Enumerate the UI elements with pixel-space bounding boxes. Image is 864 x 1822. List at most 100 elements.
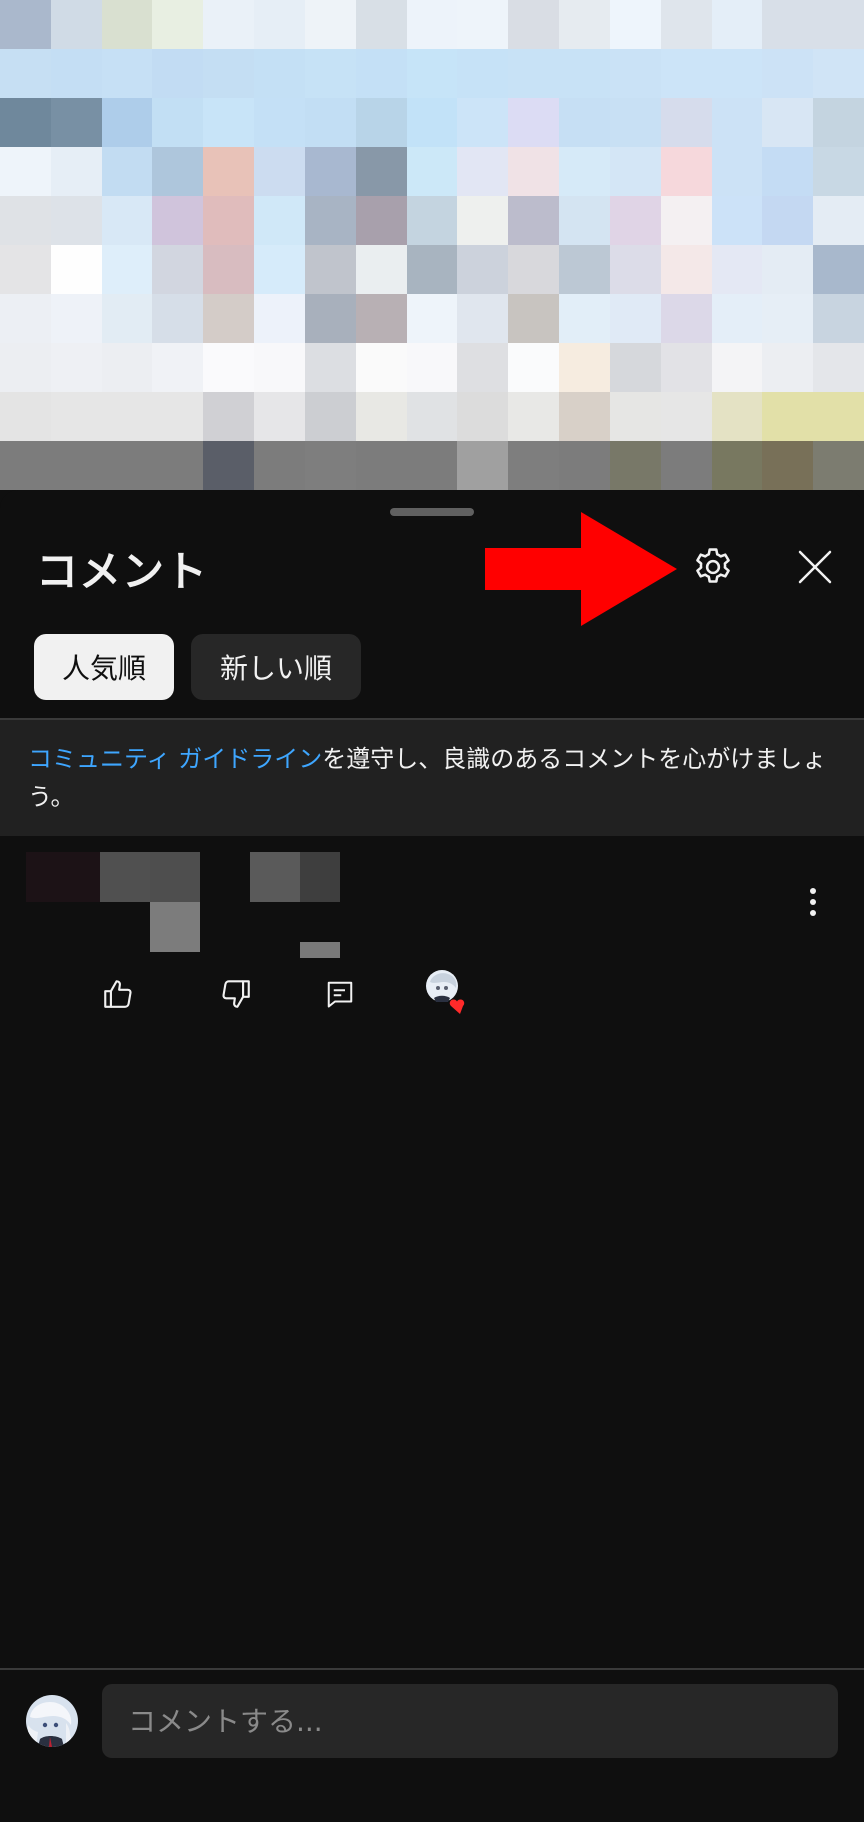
video-pixel [660, 343, 712, 392]
video-pixel [762, 147, 814, 196]
comment-composer[interactable] [102, 1684, 838, 1758]
video-pixel [355, 392, 407, 441]
video-pixel [609, 0, 661, 49]
blurred-author-avatar [26, 852, 100, 902]
video-pixel [762, 196, 814, 245]
video-pixel [152, 392, 204, 441]
video-player[interactable] [0, 0, 864, 490]
video-pixel [304, 49, 356, 98]
video-pixel [254, 49, 305, 98]
video-pixel [457, 196, 509, 245]
video-pixel [0, 245, 51, 294]
video-pixel [203, 98, 255, 147]
video-pixel [711, 245, 763, 294]
video-pixel [559, 147, 610, 196]
creator-heart-icon [426, 970, 465, 1014]
video-pixel [609, 441, 661, 490]
video-pixel [254, 294, 305, 343]
video-pixel [254, 196, 305, 245]
video-pixel [559, 392, 610, 441]
video-pixel [152, 147, 204, 196]
settings-button[interactable] [688, 542, 738, 592]
video-pixel [508, 392, 560, 441]
video-pixel [101, 49, 153, 98]
video-pixel [152, 98, 204, 147]
video-pixel [813, 245, 864, 294]
video-pixel [457, 49, 509, 98]
video-pixel [203, 441, 255, 490]
video-pixel [50, 392, 102, 441]
video-pixel [762, 49, 814, 98]
video-pixel [50, 196, 102, 245]
video-pixel [355, 49, 407, 98]
video-pixel [711, 343, 763, 392]
video-pixel [254, 245, 305, 294]
video-pixel [609, 98, 661, 147]
video-pixel [559, 0, 610, 49]
video-pixel [813, 343, 864, 392]
video-pixel [0, 294, 51, 343]
video-pixel [762, 294, 814, 343]
video-pixel [0, 343, 51, 392]
video-pixel [406, 441, 458, 490]
close-icon [798, 550, 832, 584]
video-pixel [711, 441, 763, 490]
sort-chip-newest[interactable]: 新しい順 [191, 634, 361, 700]
video-pixel [762, 441, 814, 490]
video-pixel [660, 98, 712, 147]
reply-button[interactable] [318, 972, 362, 1016]
video-pixel [0, 441, 51, 490]
video-pixel [660, 392, 712, 441]
video-pixel [406, 147, 458, 196]
video-pixel [101, 392, 153, 441]
video-pixel [457, 294, 509, 343]
video-pixel [355, 343, 407, 392]
video-pixel [609, 392, 661, 441]
video-pixel [304, 392, 356, 441]
video-pixel [152, 441, 204, 490]
sort-chip-popular[interactable]: 人気順 [34, 634, 174, 700]
blurred-comment-text [150, 902, 200, 952]
community-guidelines-link[interactable]: コミュニティ ガイドライン [28, 745, 322, 773]
video-pixel [254, 147, 305, 196]
comment-menu-button[interactable] [798, 882, 828, 922]
like-icon [104, 980, 132, 1008]
red-arrow-annotation [485, 512, 677, 626]
video-pixel [508, 147, 560, 196]
video-pixel [304, 196, 356, 245]
video-pixel [660, 245, 712, 294]
video-pixel [0, 196, 51, 245]
close-button[interactable] [790, 542, 840, 592]
video-pixel [152, 0, 204, 49]
comment-input[interactable] [126, 1703, 838, 1739]
video-pixel [508, 49, 560, 98]
video-pixel [762, 392, 814, 441]
video-pixel [101, 245, 153, 294]
dislike-button[interactable] [214, 972, 258, 1016]
blurred-author-name [150, 852, 200, 902]
video-pixel [355, 441, 407, 490]
video-pixel [609, 343, 661, 392]
video-pixel [0, 49, 51, 98]
video-pixel [152, 196, 204, 245]
video-pixel [355, 147, 407, 196]
video-pixel [203, 245, 255, 294]
video-pixel [101, 196, 153, 245]
blurred-comment-text [300, 942, 340, 958]
blurred-timestamp [250, 852, 300, 902]
video-pixel [254, 98, 305, 147]
video-pixel [203, 392, 255, 441]
comment-item [0, 852, 864, 1052]
video-pixel [101, 294, 153, 343]
video-pixel [508, 294, 560, 343]
drag-handle[interactable] [390, 508, 474, 516]
video-pixel [609, 147, 661, 196]
video-pixel [762, 343, 814, 392]
video-pixel [660, 196, 712, 245]
video-pixel [152, 294, 204, 343]
video-pixel [355, 196, 407, 245]
video-pixel [711, 196, 763, 245]
video-pixel [508, 343, 560, 392]
like-button[interactable] [96, 972, 140, 1016]
video-pixel [660, 147, 712, 196]
